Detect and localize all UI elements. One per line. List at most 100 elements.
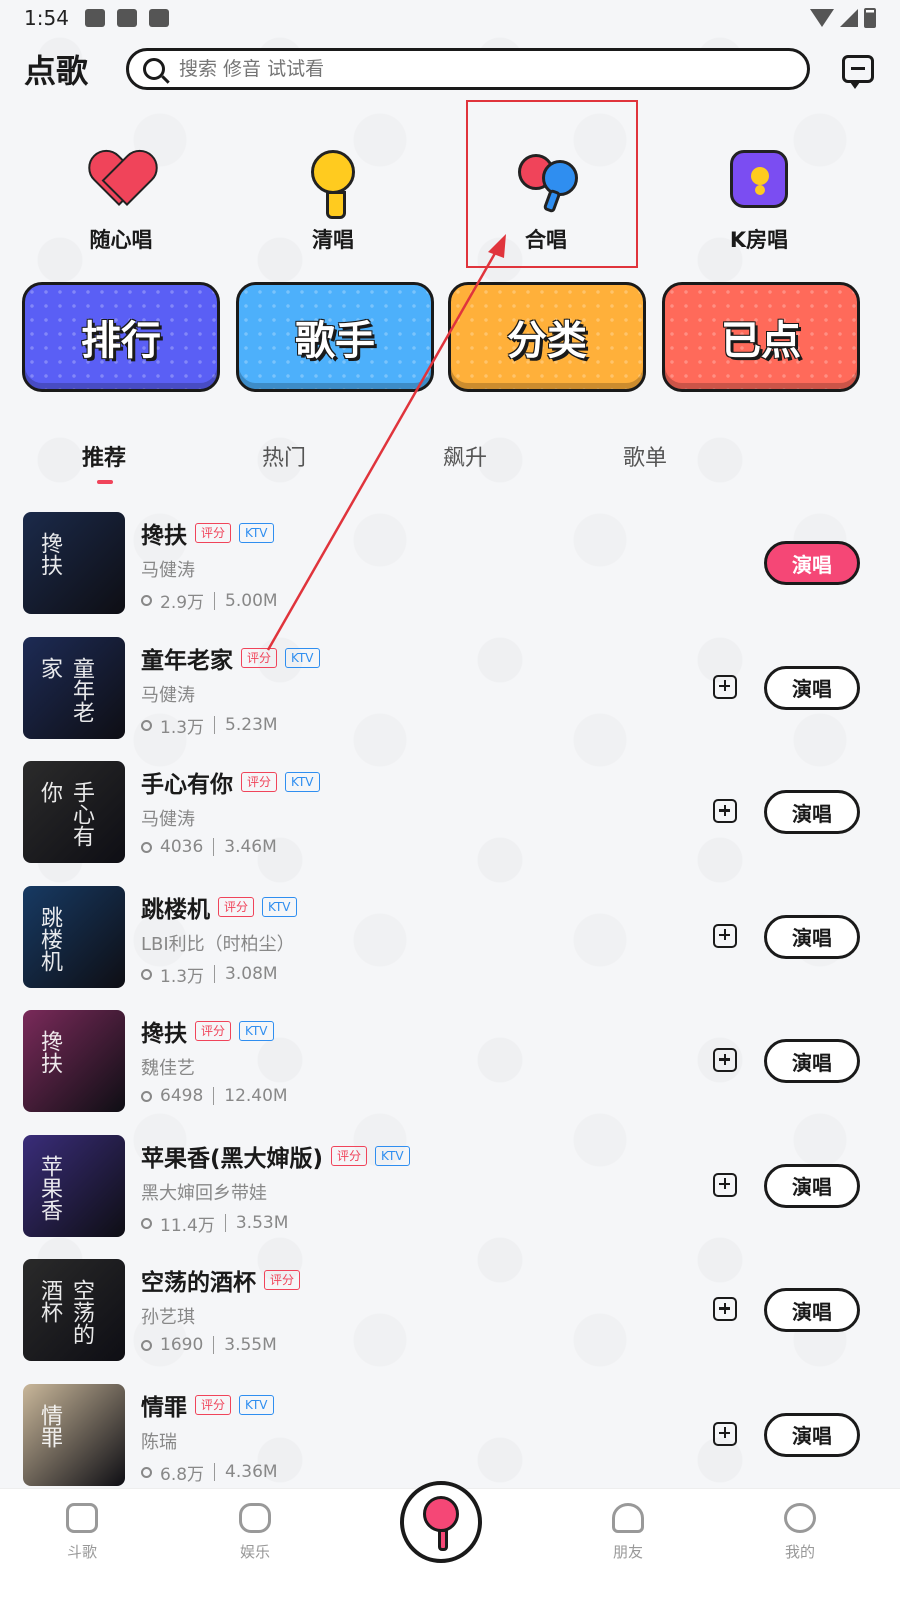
search-input[interactable] <box>179 58 779 80</box>
add-to-list-icon[interactable] <box>713 1048 737 1072</box>
album-cover: 苹果香 <box>23 1134 125 1237</box>
nav-profile[interactable]: 我的 <box>750 1503 850 1562</box>
mic-mini-icon <box>141 968 152 980</box>
sing-button[interactable]: 演唱 <box>764 665 860 710</box>
profile-icon <box>784 1503 816 1533</box>
sing-button[interactable]: 演唱 <box>764 1288 860 1332</box>
song-stats: 6.8万 4.36M <box>141 1460 278 1485</box>
song-stats: 2.9万 5.00M <box>141 588 278 613</box>
bottom-navigation: 斗歌 娱乐 朋友 我的 <box>0 1481 900 1600</box>
album-cover: 手心有你 <box>23 761 125 863</box>
k-room-icon <box>730 150 788 208</box>
song-row[interactable]: 搀扶 搀扶 评分 KTV 魏佳艺 6498 12.40M 演唱 <box>0 1008 900 1133</box>
song-tabs: 推荐 热门 飙升 歌单 <box>0 440 900 490</box>
nav-entertainment[interactable]: 娱乐 <box>205 1503 305 1562</box>
add-to-list-icon[interactable] <box>713 799 737 823</box>
score-tag: 评分 <box>195 1394 232 1415</box>
song-title: 跳楼机 评分 KTV <box>141 890 297 924</box>
sing-button[interactable]: 演唱 <box>764 1412 860 1457</box>
mode-k-room[interactable]: K房唱 <box>679 150 839 254</box>
ktv-tag: KTV <box>239 1394 274 1415</box>
nav-label: 斗歌 <box>66 1543 97 1561</box>
ktv-tag: KTV <box>239 523 274 543</box>
song-row[interactable]: 童年老家 童年老家 评分 KTV 马健涛 1.3万 5.23M 演唱 <box>0 635 900 760</box>
category-genre-button[interactable]: 分类 <box>448 282 646 392</box>
score-tag: 评分 <box>331 1145 368 1166</box>
score-tag: 评分 <box>218 896 255 917</box>
add-to-list-icon[interactable] <box>713 674 737 699</box>
song-artist: 黑大婶回乡带娃 <box>141 1182 267 1204</box>
file-size: 3.08M <box>225 964 278 984</box>
song-stats: 6498 12.40M <box>141 1086 288 1106</box>
add-to-list-icon[interactable] <box>713 1297 737 1321</box>
song-artist: 陈瑞 <box>141 1431 177 1453</box>
song-row[interactable]: 手心有你 手心有你 评分 KTV 马健涛 4036 3.46M 演唱 <box>0 759 900 884</box>
nav-battle[interactable]: 斗歌 <box>32 1503 132 1562</box>
file-size: 3.46M <box>224 837 277 857</box>
song-artist: LBI利比（时柏尘） <box>141 933 295 955</box>
mic-mini-icon <box>141 841 152 853</box>
score-tag: 评分 <box>195 523 232 543</box>
tab-hot[interactable]: 热门 <box>262 440 306 472</box>
sing-button[interactable]: 演唱 <box>764 790 860 834</box>
song-row[interactable]: 搀扶 搀扶 评分 KTV 马健涛 2.9万 5.00M 演唱 <box>0 510 900 635</box>
cover-text: 童年老家 <box>37 656 94 723</box>
add-to-list-icon[interactable] <box>713 1421 737 1446</box>
sing-button[interactable]: 演唱 <box>764 1039 860 1083</box>
sing-center-button[interactable] <box>400 1481 482 1563</box>
add-to-list-icon[interactable] <box>713 923 737 948</box>
score-tag: 评分 <box>195 1021 232 1041</box>
play-count: 1.3万 <box>160 966 205 987</box>
play-count: 6498 <box>160 1086 204 1106</box>
score-tag: 评分 <box>264 1270 301 1290</box>
mic-mini-icon <box>141 1217 152 1229</box>
mode-a-cappella[interactable]: 清唱 <box>253 150 413 254</box>
song-row[interactable]: 跳楼机 跳楼机 评分 KTV LBI利比（时柏尘） 1.3万 3.08M 演唱 <box>0 884 900 1009</box>
nav-friends[interactable]: 朋友 <box>578 1503 678 1562</box>
sing-modes: 随心唱 清唱 合唱 K房唱 <box>0 150 900 260</box>
play-count: 1690 <box>160 1335 204 1355</box>
song-row[interactable]: 空荡的酒杯 空荡的酒杯 评分 孙艺琪 1690 3.55M 演唱 <box>0 1257 900 1382</box>
song-title: 手心有你 评分 KTV <box>141 765 320 799</box>
status-time: 1:54 <box>24 6 69 30</box>
add-to-list-icon[interactable] <box>713 1172 737 1197</box>
ktv-tag: KTV <box>239 1021 274 1041</box>
song-title-text: 童年老家 <box>141 647 233 674</box>
mic-mini-icon <box>141 1090 152 1102</box>
cover-text: 搀扶 <box>37 532 62 576</box>
song-title: 搀扶 评分 KTV <box>141 1014 274 1048</box>
mode-free-sing[interactable]: 随心唱 <box>41 150 201 254</box>
sing-button[interactable]: 演唱 <box>764 1163 860 1208</box>
nav-label: 朋友 <box>612 1543 643 1561</box>
play-count: 6.8万 <box>160 1464 205 1485</box>
sing-button[interactable]: 演唱 <box>764 541 860 585</box>
yellow-mic-icon <box>311 150 355 219</box>
file-size: 3.53M <box>235 1213 289 1233</box>
category-ranking-button[interactable]: 排行 <box>22 282 220 392</box>
battery-icon <box>864 8 876 28</box>
tab-playlist[interactable]: 歌单 <box>623 440 667 472</box>
album-cover: 搀扶 <box>23 512 125 614</box>
app-notification-icon <box>116 9 137 27</box>
search-bar[interactable] <box>126 48 810 90</box>
sing-button[interactable]: 演唱 <box>764 914 860 959</box>
cover-text: 苹果香 <box>37 1154 62 1221</box>
play-count: 1.3万 <box>160 717 205 738</box>
score-tag: 评分 <box>241 772 278 792</box>
song-row[interactable]: 苹果香 苹果香(黑大婶版) 评分 KTV 黑大婶回乡带娃 11.4万 3.53M 演… <box>0 1133 900 1258</box>
category-buttons: 排行 歌手 分类 已点 <box>22 282 862 392</box>
category-ordered-button[interactable]: 已点 <box>662 282 860 392</box>
tab-rising[interactable]: 飙升 <box>443 440 487 472</box>
mode-label: 随心唱 <box>89 228 153 252</box>
tab-indicator <box>97 480 113 484</box>
nav-label: 我的 <box>784 1543 815 1561</box>
file-size: 5.00M <box>225 590 278 611</box>
heart-mic-icon <box>91 150 151 210</box>
tab-recommend[interactable]: 推荐 <box>82 440 126 472</box>
category-singer-button[interactable]: 歌手 <box>236 282 434 392</box>
friends-icon <box>612 1503 644 1533</box>
mic-icon <box>423 1496 459 1532</box>
song-title: 苹果香(黑大婶版) 评分 KTV <box>141 1139 410 1173</box>
song-title-text: 手心有你 <box>141 772 233 798</box>
message-icon[interactable] <box>842 55 874 89</box>
